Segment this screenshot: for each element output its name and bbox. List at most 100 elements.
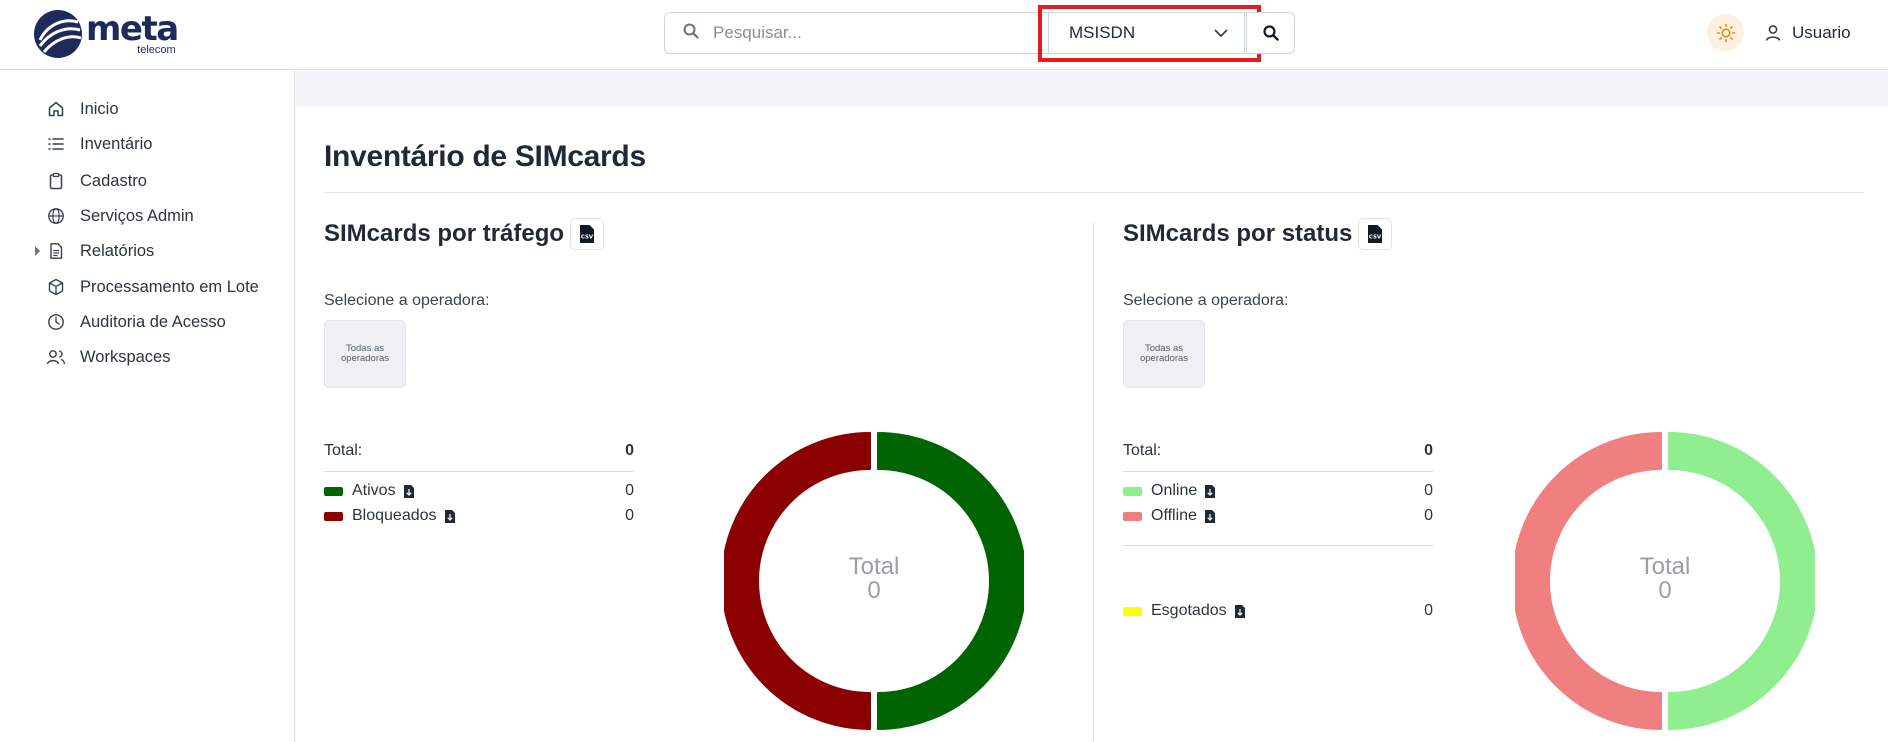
status-legend-online: Online 0 — [1123, 480, 1433, 502]
bloqueados-label: Bloqueados — [352, 507, 437, 524]
status-csv-button[interactable]: CSV — [1358, 218, 1393, 250]
sidebar: Inicio Inventário Cadastro Serviços Admi… — [0, 71, 295, 742]
search-field — [664, 12, 1050, 54]
traffic-donut-value: 0 — [867, 577, 881, 604]
sidebar-item-inicio[interactable]: Inicio — [46, 96, 119, 122]
esgotados-swatch — [1123, 606, 1142, 616]
status-legend-divider — [1123, 545, 1433, 546]
offline-value: 0 — [1424, 507, 1433, 524]
status-operator-label: Selecione a operadora: — [1123, 292, 1289, 309]
page-title: Inventário de SIMcards — [324, 140, 646, 173]
title-divider — [324, 192, 1864, 193]
meta-logo-icon — [34, 10, 82, 58]
csv-file-icon: CSV — [580, 225, 595, 243]
search-icon — [1262, 25, 1279, 41]
brand-sub: telecom — [137, 44, 176, 56]
document-icon — [46, 241, 66, 261]
traffic-operator-card-all[interactable]: Todas as operadoras — [324, 320, 406, 388]
chevron-down-icon — [1214, 23, 1228, 43]
search-icon — [683, 23, 699, 44]
traffic-operator-label: Selecione a operadora: — [324, 292, 490, 309]
brand-name: meta — [86, 9, 179, 49]
clock-icon — [46, 312, 66, 332]
sidebar-item-label: Cadastro — [80, 171, 147, 190]
csv-file-icon: CSV — [1368, 225, 1383, 243]
status-total-divider — [1123, 471, 1433, 472]
esgotados-label: Esgotados — [1151, 602, 1227, 619]
status-legend-esgotados: Esgotados 0 — [1123, 600, 1433, 622]
sidebar-item-label: Processamento em Lote — [80, 277, 259, 296]
traffic-donut-label: Total — [848, 553, 900, 580]
esgotados-value: 0 — [1424, 602, 1433, 619]
online-label: Online — [1151, 482, 1198, 499]
download-file-icon[interactable] — [444, 509, 456, 524]
user-label: Usuario — [1792, 23, 1851, 42]
status-donut-value: 0 — [1658, 577, 1672, 604]
search-type-value: MSISDN — [1069, 23, 1136, 42]
download-file-icon[interactable] — [1204, 509, 1216, 524]
status-legend-offline: Offline 0 — [1123, 505, 1433, 527]
status-donut-label: Total — [1639, 553, 1691, 580]
search-input[interactable] — [713, 23, 1013, 43]
home-icon — [46, 99, 66, 119]
traffic-title-text: SIMcards por tráfego — [324, 220, 565, 247]
section-divider — [1093, 222, 1094, 742]
list-icon — [46, 134, 66, 154]
sidebar-item-label: Auditoria de Acesso — [80, 312, 226, 331]
sidebar-item-label: Serviços Admin — [80, 206, 194, 225]
user-menu[interactable]: Usuario — [1764, 20, 1851, 46]
status-section-title: SIMcards por status CSV — [1123, 218, 1393, 250]
download-file-icon[interactable] — [1204, 484, 1216, 499]
status-operator-card-all[interactable]: Todas as operadoras — [1123, 320, 1205, 388]
sidebar-item-servicos-admin[interactable]: Serviços Admin — [46, 203, 194, 229]
brand-logo[interactable]: meta telecom — [34, 8, 184, 60]
traffic-legend-bloqueados: Bloqueados 0 — [324, 505, 634, 527]
traffic-legend-ativos: Ativos 0 — [324, 480, 634, 502]
download-file-icon[interactable] — [1234, 604, 1246, 619]
offline-swatch — [1123, 511, 1142, 521]
expand-caret-icon[interactable] — [35, 246, 40, 256]
top-header: meta telecom MSISDN — [0, 0, 1888, 70]
ativos-value: 0 — [625, 482, 634, 499]
sidebar-item-label: Workspaces — [80, 347, 171, 366]
sidebar-item-label: Inventário — [80, 134, 153, 153]
status-total-row: Total: 0 — [1123, 439, 1433, 463]
download-file-icon[interactable] — [403, 484, 415, 499]
status-total-value: 0 — [1424, 442, 1433, 459]
sidebar-item-processamento-lote[interactable]: Processamento em Lote — [46, 274, 259, 300]
online-value: 0 — [1424, 482, 1433, 499]
traffic-total-divider — [324, 471, 634, 472]
sidebar-item-workspaces[interactable]: Workspaces — [46, 344, 170, 370]
sidebar-item-label: Relatórios — [80, 241, 155, 260]
sidebar-item-cadastro[interactable]: Cadastro — [46, 168, 147, 194]
sidebar-item-relatorios[interactable]: Relatórios — [46, 238, 154, 264]
search-type-select[interactable]: MSISDN — [1048, 12, 1245, 54]
sidebar-item-auditoria-acesso[interactable]: Auditoria de Acesso — [46, 309, 226, 335]
clipboard-icon — [46, 171, 66, 191]
globe-icon — [46, 206, 66, 226]
users-icon — [46, 347, 66, 367]
status-title-text: SIMcards por status — [1123, 220, 1353, 247]
ativos-swatch — [324, 486, 343, 496]
traffic-total-value: 0 — [625, 442, 634, 459]
bloqueados-swatch — [324, 511, 343, 521]
traffic-donut-center: Total 0 — [824, 555, 924, 603]
svg-text:CSV: CSV — [581, 235, 594, 241]
search-button[interactable] — [1246, 12, 1295, 54]
online-swatch — [1123, 486, 1142, 496]
traffic-section-title: SIMcards por tráfego CSV — [324, 218, 605, 250]
content-top-band — [296, 71, 1888, 107]
traffic-total-row: Total: 0 — [324, 439, 634, 463]
bloqueados-value: 0 — [625, 507, 634, 524]
sidebar-item-label: Inicio — [80, 99, 119, 118]
traffic-csv-button[interactable]: CSV — [570, 218, 605, 250]
search-bar: MSISDN — [664, 5, 1295, 62]
svg-text:CSV: CSV — [1369, 235, 1382, 241]
box-icon — [46, 277, 66, 297]
ativos-label: Ativos — [352, 482, 396, 499]
traffic-total-label: Total: — [324, 442, 363, 459]
status-total-label: Total: — [1123, 442, 1162, 459]
sidebar-item-inventario[interactable]: Inventário — [46, 131, 152, 157]
theme-toggle-button[interactable] — [1707, 14, 1744, 51]
user-icon — [1765, 25, 1781, 41]
